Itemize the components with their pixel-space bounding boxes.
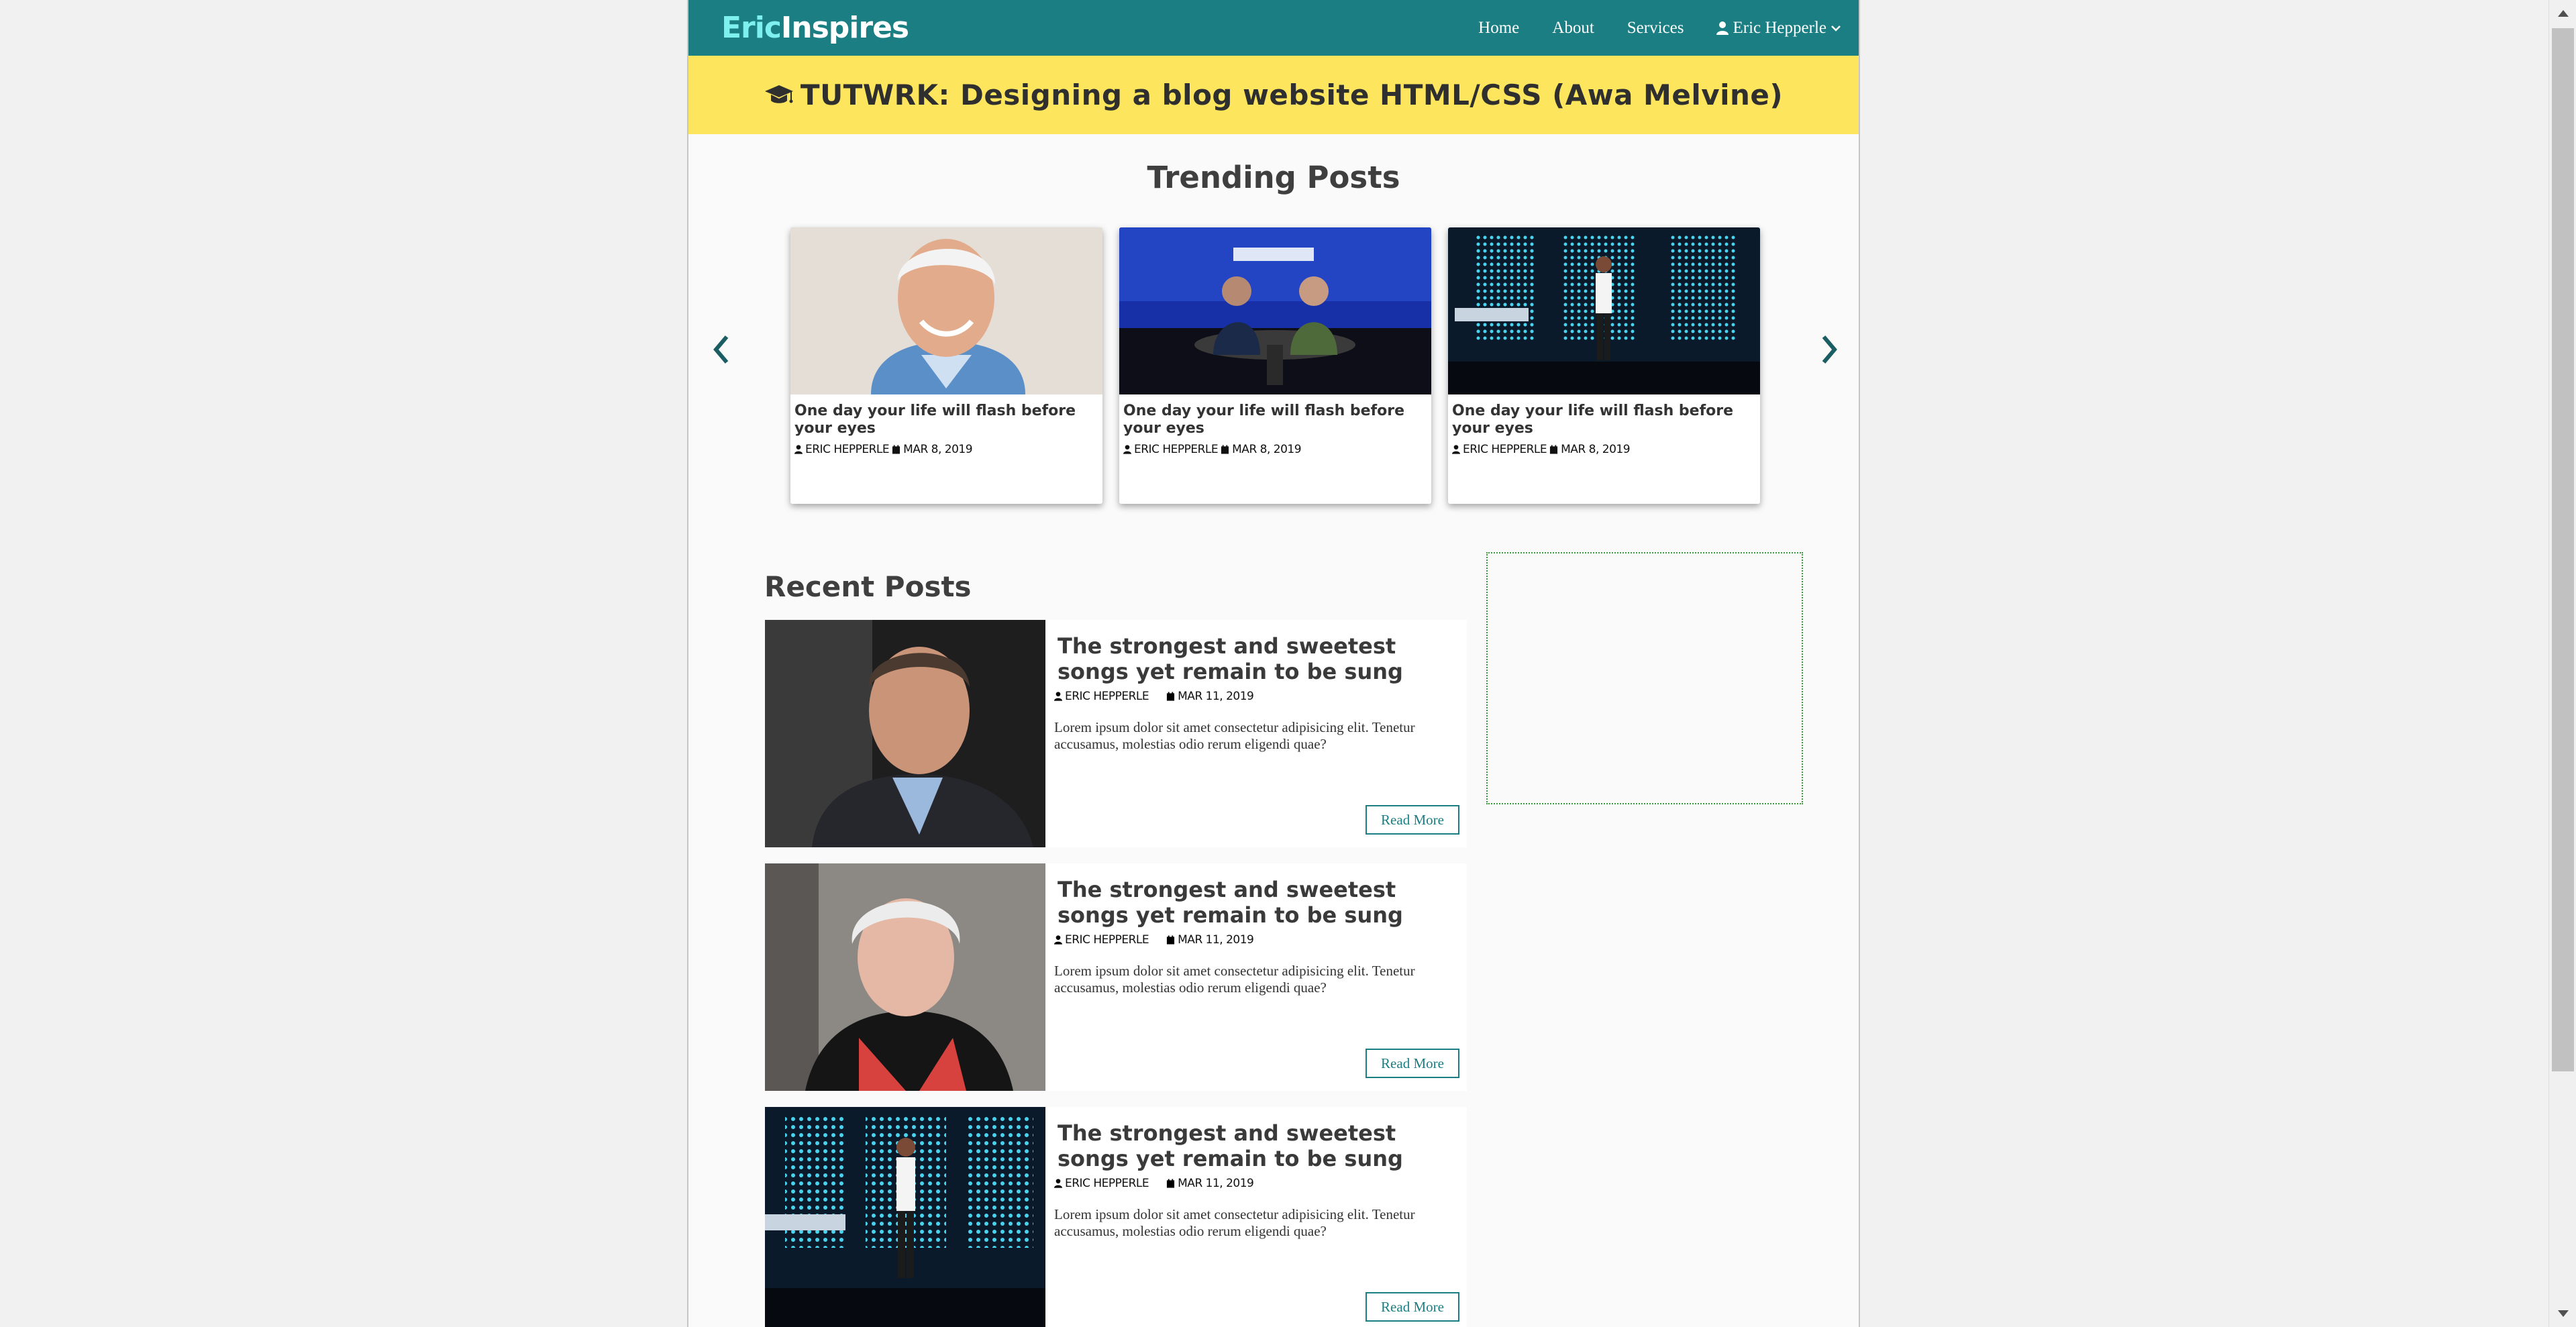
recent-post-meta: ERIC HEPPERLE MAR 11, 2019 [1054,933,1254,947]
calendar-icon [1550,445,1558,454]
recent-post: The strongest and sweetest songs yet rem… [765,863,1467,1091]
recent-post-excerpt: Lorem ipsum dolor sit amet consectetur a… [1054,963,1415,996]
chevron-down-icon [1831,25,1841,32]
trending-card-meta: ERIC HEPPERLE MAR 8, 2019 [1119,437,1431,462]
calendar-icon [1167,1179,1175,1188]
page-container: EricInspires Home About Services Eric He… [687,0,1860,1327]
recent-post-image[interactable] [765,1107,1045,1327]
recent-post-meta: ERIC HEPPERLE MAR 11, 2019 [1054,1177,1254,1190]
user-name: Eric Hepperle [1733,18,1826,37]
chevron-right-icon [1822,335,1837,364]
recent-post-author: ERIC HEPPERLE [1065,1177,1149,1190]
recent-post-date: MAR 11, 2019 [1178,1177,1254,1190]
page-banner: TUTWRK: Designing a blog website HTML/CS… [688,56,1859,134]
read-more-button[interactable]: Read More [1366,1292,1459,1322]
sidebar-ad-placeholder [1486,552,1803,804]
navbar: EricInspires Home About Services Eric He… [688,0,1859,56]
trending-card-date: MAR 8, 2019 [1232,443,1302,456]
user-icon [1054,1179,1062,1188]
recent-post-excerpt: Lorem ipsum dolor sit amet consectetur a… [1054,1206,1415,1239]
calendar-icon [1221,445,1229,454]
trending-card-image[interactable] [790,227,1102,394]
nav-link-home[interactable]: Home [1478,19,1519,38]
caret-down-icon [2557,1310,2569,1317]
trending-card-author: ERIC HEPPERLE [1134,443,1219,456]
recent-post-image[interactable] [765,620,1045,847]
user-icon [1123,445,1131,454]
calendar-icon [892,445,900,454]
site-logo[interactable]: EricInspires [721,11,909,45]
recent-post-title[interactable]: The strongest and sweetest songs yet rem… [1058,877,1460,928]
carousel-prev-button[interactable] [710,333,733,366]
recent-post-author: ERIC HEPPERLE [1065,933,1149,947]
scrollbar-thumb[interactable] [2552,28,2574,1071]
recent-post: The strongest and sweetest songs yet rem… [765,620,1467,847]
user-icon [794,445,803,454]
recent-post-title[interactable]: The strongest and sweetest songs yet rem… [1058,1120,1460,1171]
vertical-scrollbar[interactable] [2548,0,2576,1327]
user-icon [1054,692,1062,701]
trending-card-title[interactable]: One day your life will flash before your… [1448,394,1760,437]
recent-post: The strongest and sweetest songs yet rem… [765,1107,1467,1327]
trending-card[interactable]: One day your life will flash before your… [790,227,1102,504]
trending-card-image[interactable] [1119,227,1431,394]
trending-card[interactable]: One day your life will flash before your… [1119,227,1431,504]
recent-post-excerpt: Lorem ipsum dolor sit amet consectetur a… [1054,719,1415,752]
nav-link-about[interactable]: About [1552,19,1594,38]
scroll-up-button[interactable] [2549,0,2576,27]
nav-links: Home About Services Eric Hepperle [1445,0,1841,56]
recent-post-meta: ERIC HEPPERLE MAR 11, 2019 [1054,690,1254,703]
recent-post-image[interactable] [765,863,1045,1091]
carousel-next-button[interactable] [1818,333,1841,366]
trending-card[interactable]: One day your life will flash before your… [1448,227,1760,504]
trending-card-title[interactable]: One day your life will flash before your… [1119,394,1431,437]
calendar-icon [1167,692,1175,701]
trending-card-date: MAR 8, 2019 [1561,443,1631,456]
user-menu[interactable]: Eric Hepperle [1716,19,1841,38]
read-more-button[interactable]: Read More [1366,805,1459,835]
trending-card-meta: ERIC HEPPERLE MAR 8, 2019 [1448,437,1760,462]
nav-link-services[interactable]: Services [1627,19,1684,38]
caret-up-icon [2557,10,2569,17]
trending-card-author: ERIC HEPPERLE [1463,443,1547,456]
graduation-cap-icon [764,85,793,103]
chevron-left-icon [713,335,729,364]
logo-part-eric: Eric [721,11,782,45]
logo-part-inspires: Inspires [780,11,909,45]
trending-card-date: MAR 8, 2019 [903,443,973,456]
recent-post-date: MAR 11, 2019 [1178,690,1254,703]
trending-card-meta: ERIC HEPPERLE MAR 8, 2019 [790,437,1102,462]
recent-post-title[interactable]: The strongest and sweetest songs yet rem… [1058,633,1460,684]
user-icon [1054,935,1062,945]
user-icon [1716,21,1729,35]
trending-card-author: ERIC HEPPERLE [805,443,890,456]
recent-posts-title: Recent Posts [764,570,972,603]
user-icon [1452,445,1460,454]
recent-post-author: ERIC HEPPERLE [1065,690,1149,703]
banner-text: TUTWRK: Designing a blog website HTML/CS… [800,78,1784,111]
trending-card-image[interactable] [1448,227,1760,394]
scroll-down-button[interactable] [2549,1300,2576,1327]
trending-title: Trending Posts [1147,160,1400,195]
calendar-icon [1167,935,1175,945]
trending-card-title[interactable]: One day your life will flash before your… [790,394,1102,437]
read-more-button[interactable]: Read More [1366,1049,1459,1078]
recent-post-date: MAR 11, 2019 [1178,933,1254,947]
